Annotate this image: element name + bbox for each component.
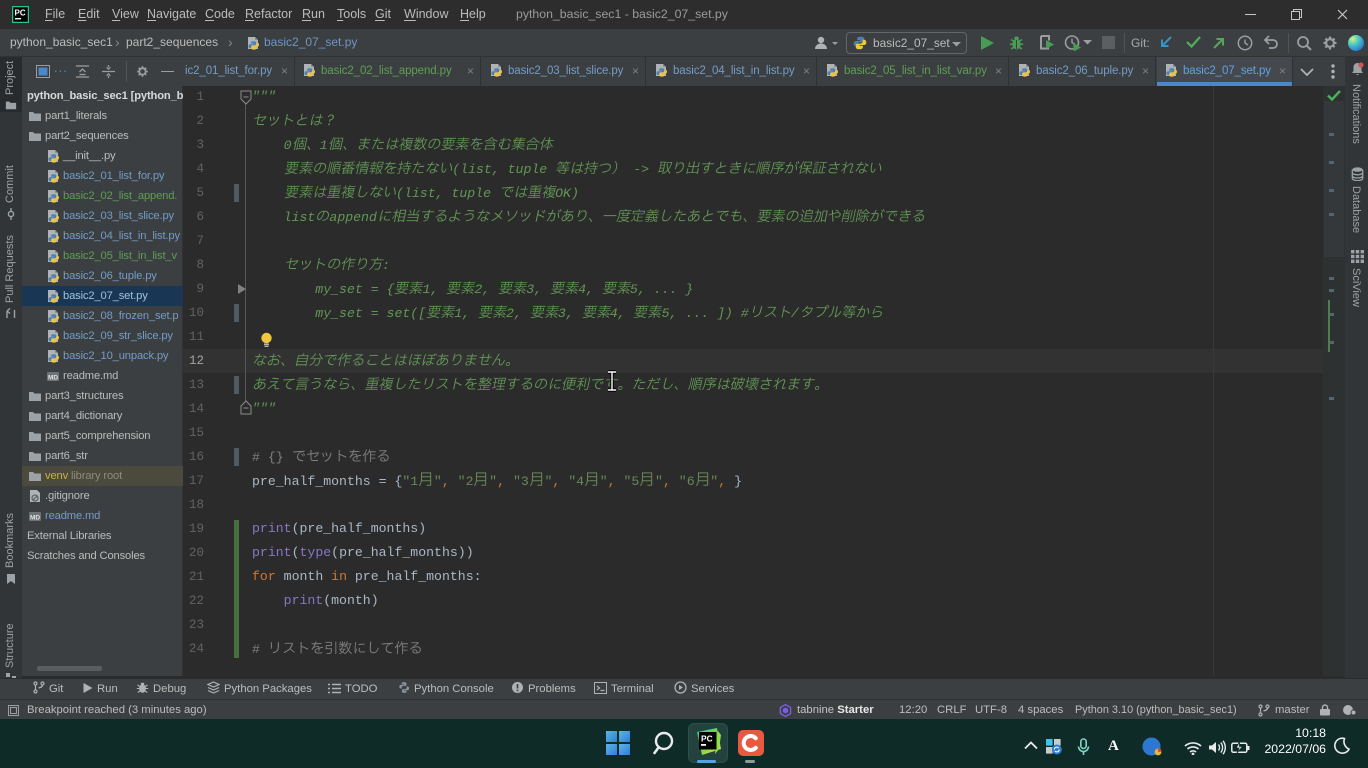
svg-text:PC: PC: [701, 734, 713, 744]
